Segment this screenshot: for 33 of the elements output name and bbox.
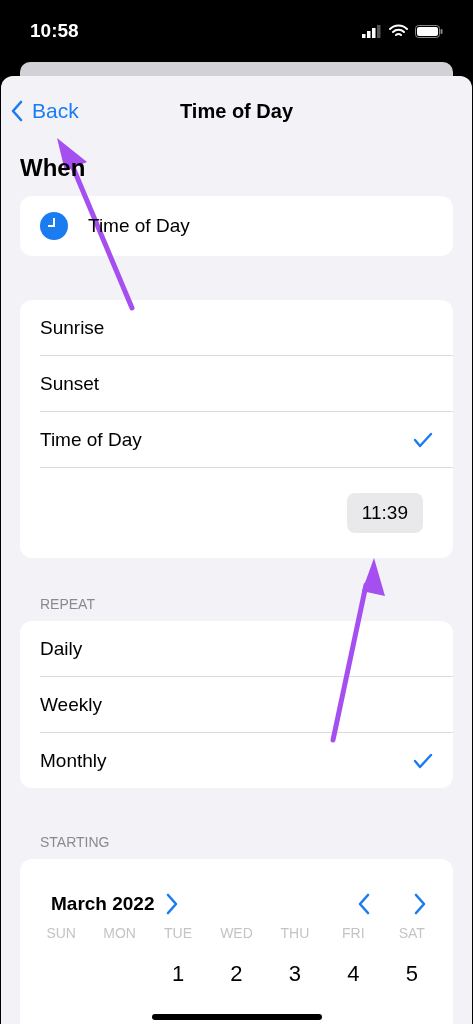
weekday-label: THU (279, 925, 311, 941)
back-button[interactable]: Back (10, 99, 79, 123)
weekday-label: SAT (397, 925, 426, 941)
weekday-label: TUE (163, 925, 194, 941)
status-time: 10:58 (30, 20, 79, 42)
option-label[interactable]: Monthly (40, 749, 107, 772)
weekday-label: FRI (341, 925, 366, 941)
wifi-icon (389, 24, 408, 38)
option-label[interactable]: Weekly (40, 693, 102, 716)
calendar-day[interactable]: 5 (382, 961, 441, 987)
weekday-label: MON (102, 925, 137, 941)
screen-title: Time of Day (180, 99, 293, 123)
chevron-left-icon (10, 100, 24, 122)
option-label[interactable]: Daily (40, 637, 83, 660)
chevron-right-icon[interactable] (164, 893, 179, 915)
calendar-day[interactable]: 1 (148, 961, 208, 987)
section-label: STARTING (40, 834, 111, 850)
weekday-label: WED (219, 925, 254, 941)
next-month-icon[interactable] (413, 893, 427, 915)
option-label[interactable]: Sunset (40, 372, 100, 395)
month-label[interactable]: March 2022 (51, 893, 155, 915)
calendar-day[interactable]: 3 (265, 961, 325, 987)
calendar-day[interactable]: 4 (324, 961, 383, 987)
clock-icon (40, 212, 68, 240)
section-label: REPEAT (40, 596, 96, 612)
option-label[interactable]: Time of Day (40, 428, 142, 451)
weekday-label: SUN (45, 925, 77, 941)
time-picker[interactable]: 11:39 (346, 493, 423, 533)
calendar-day[interactable]: 2 (207, 961, 266, 987)
signal-icon (362, 24, 382, 38)
option-label[interactable]: Sunrise (40, 316, 105, 339)
battery-icon (415, 24, 443, 38)
previous-month-icon[interactable] (357, 893, 371, 915)
